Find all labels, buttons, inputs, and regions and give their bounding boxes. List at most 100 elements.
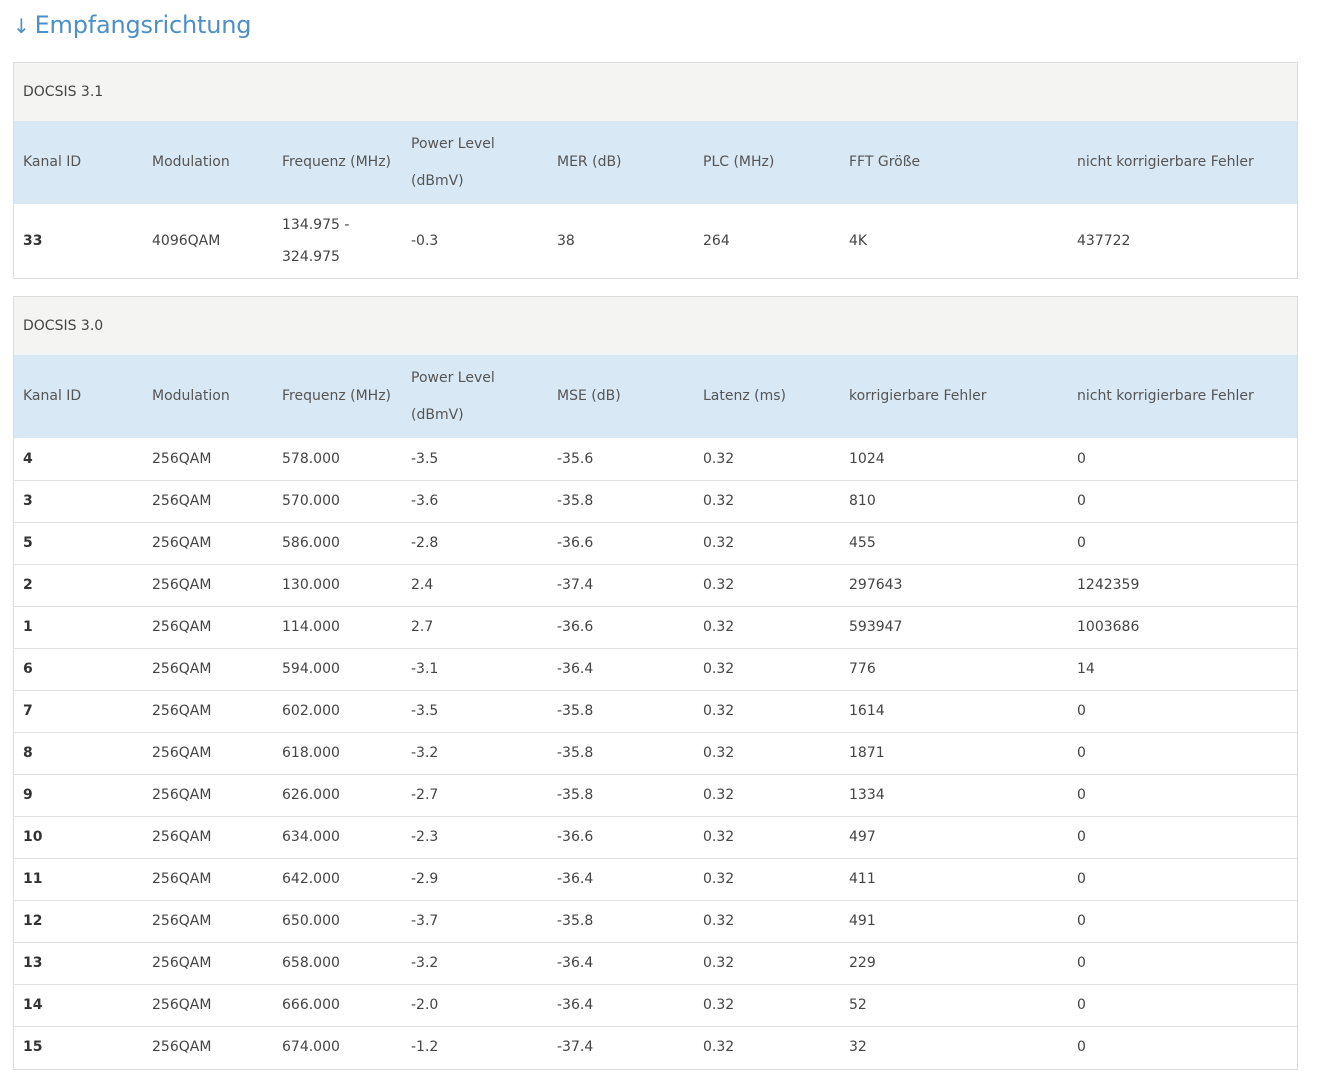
table-cell: 256QAM <box>152 703 212 719</box>
table-cell: 455 <box>849 535 876 551</box>
table-cell: 256QAM <box>152 955 212 971</box>
table-cell: 256QAM <box>152 661 212 677</box>
table-cell: -36.4 <box>557 997 594 1013</box>
table-row: 1 256QAM 114.000 2.7 -36.6 0.32 593947 1003686 <box>14 606 1297 648</box>
table-cell: 4 <box>23 450 33 467</box>
table-cell: 0 <box>1077 1039 1086 1056</box>
table-cell: 0 <box>1077 703 1086 719</box>
table-cell: 15 <box>23 1039 43 1056</box>
page-title[interactable]: ↓ Empfangsrichtung <box>13 8 251 42</box>
table-row: 9 256QAM 626.000 -2.7 -35.8 0.32 1334 0 <box>14 774 1297 816</box>
table-cell: -36.4 <box>557 871 594 887</box>
table-cell: -3.7 <box>411 913 439 929</box>
table-cell: -2.8 <box>411 535 439 551</box>
table-row: 13 256QAM 658.000 -3.2 -36.4 0.32 229 0 <box>14 942 1297 984</box>
column-header: Frequenz (MHz) <box>282 154 392 170</box>
table-cell: 586.000 <box>282 535 340 551</box>
table-cell: 594.000 <box>282 661 340 677</box>
column-header: MER (dB) <box>557 154 622 170</box>
table-cell: 1334 <box>849 787 885 803</box>
docsis30-section: DOCSIS 3.0 Kanal ID Modulation Frequenz … <box>13 296 1298 1070</box>
table-cell: -1.2 <box>411 1039 439 1056</box>
table-cell: 0.32 <box>703 829 735 845</box>
table-cell: 5 <box>23 535 33 551</box>
table-cell: 0.32 <box>703 787 735 803</box>
table-cell: 618.000 <box>282 745 340 761</box>
table-cell: 3 <box>23 493 33 509</box>
table-row: 12 256QAM 650.000 -3.7 -35.8 0.32 491 0 <box>14 900 1297 942</box>
table-cell: -36.6 <box>557 535 594 551</box>
table-cell: 674.000 <box>282 1039 340 1056</box>
table-cell: -3.5 <box>411 450 439 467</box>
table-cell: 2.4 <box>411 577 434 593</box>
table-cell: 0 <box>1077 829 1086 845</box>
table-cell: 650.000 <box>282 913 340 929</box>
table-cell: 38 <box>557 233 575 249</box>
table-header-row: Kanal ID Modulation Frequenz (MHz) Power… <box>14 355 1297 438</box>
table-cell: -3.2 <box>411 955 439 971</box>
column-header: Power Level (dBmV) <box>411 135 495 189</box>
table-row: 10 256QAM 634.000 -2.3 -36.6 0.32 497 0 <box>14 816 1297 858</box>
table-cell: -36.6 <box>557 619 594 635</box>
table-cell: 8 <box>23 745 33 761</box>
table-row: 5 256QAM 586.000 -2.8 -36.6 0.32 455 0 <box>14 522 1297 564</box>
table-cell: 0.32 <box>703 661 735 677</box>
table-cell: 1024 <box>849 450 885 467</box>
table-row: 8 256QAM 618.000 -3.2 -35.8 0.32 1871 0 <box>14 732 1297 774</box>
table-cell: 2.7 <box>411 619 434 635</box>
table-cell: 437722 <box>1077 233 1131 249</box>
column-header: nicht korrigierbare Fehler <box>1077 388 1254 404</box>
table-cell: 6 <box>23 661 33 677</box>
table-cell: 0.32 <box>703 450 735 467</box>
table-cell: 4096QAM <box>152 233 221 249</box>
column-header: Kanal ID <box>23 154 82 170</box>
table-cell: 12 <box>23 913 43 929</box>
table-cell: 33 <box>23 233 43 249</box>
table-cell: -3.1 <box>411 661 439 677</box>
column-header: PLC (MHz) <box>703 154 775 170</box>
table-cell: 0 <box>1077 871 1086 887</box>
table-cell: -2.3 <box>411 829 439 845</box>
table-cell: 10 <box>23 829 43 845</box>
table-cell: 297643 <box>849 577 903 593</box>
docsis31-section: DOCSIS 3.1 Kanal ID Modulation Frequenz … <box>13 62 1298 279</box>
table-cell: 626.000 <box>282 787 340 803</box>
column-header: Latenz (ms) <box>703 388 787 404</box>
table-cell: 256QAM <box>152 535 212 551</box>
column-header: Frequenz (MHz) <box>282 388 392 404</box>
table-cell: 642.000 <box>282 871 340 887</box>
column-header: FFT Größe <box>849 154 921 170</box>
table-row: 33 4096QAM 134.975 - 324.975 -0.3 38 264… <box>14 204 1297 278</box>
table-cell: -3.5 <box>411 703 439 719</box>
table-cell: -36.4 <box>557 661 594 677</box>
table-cell: 0.32 <box>703 577 735 593</box>
table-cell: 229 <box>849 955 876 971</box>
table-cell: 1242359 <box>1077 577 1140 593</box>
arrow-down-icon: ↓ <box>13 14 30 38</box>
table-cell: 0.32 <box>703 703 735 719</box>
table-cell: -37.4 <box>557 1039 594 1056</box>
column-header: Modulation <box>152 388 230 404</box>
table-cell: 1 <box>23 619 33 635</box>
table-cell: 0 <box>1077 997 1086 1013</box>
table-cell: 666.000 <box>282 997 340 1013</box>
table-cell: 0 <box>1077 955 1086 971</box>
table-cell: 810 <box>849 493 876 509</box>
table-cell: 602.000 <box>282 703 340 719</box>
docsis31-title: DOCSIS 3.1 <box>14 63 1297 121</box>
column-header: Power Level (dBmV) <box>411 369 495 423</box>
table-cell: -3.6 <box>411 493 439 509</box>
table-cell: 1871 <box>849 745 885 761</box>
table-cell: 0 <box>1077 913 1086 929</box>
table-cell: -35.8 <box>557 787 594 803</box>
table-cell: 411 <box>849 871 876 887</box>
table-cell: 4K <box>849 233 868 249</box>
table-cell: 256QAM <box>152 450 212 467</box>
column-header: Kanal ID <box>23 388 82 404</box>
table-cell: 0 <box>1077 450 1086 467</box>
table-cell: 14 <box>23 997 43 1013</box>
table-cell: 491 <box>849 913 876 929</box>
table-cell: 9 <box>23 787 33 803</box>
table-cell: 0 <box>1077 493 1086 509</box>
table-cell: -2.7 <box>411 787 439 803</box>
